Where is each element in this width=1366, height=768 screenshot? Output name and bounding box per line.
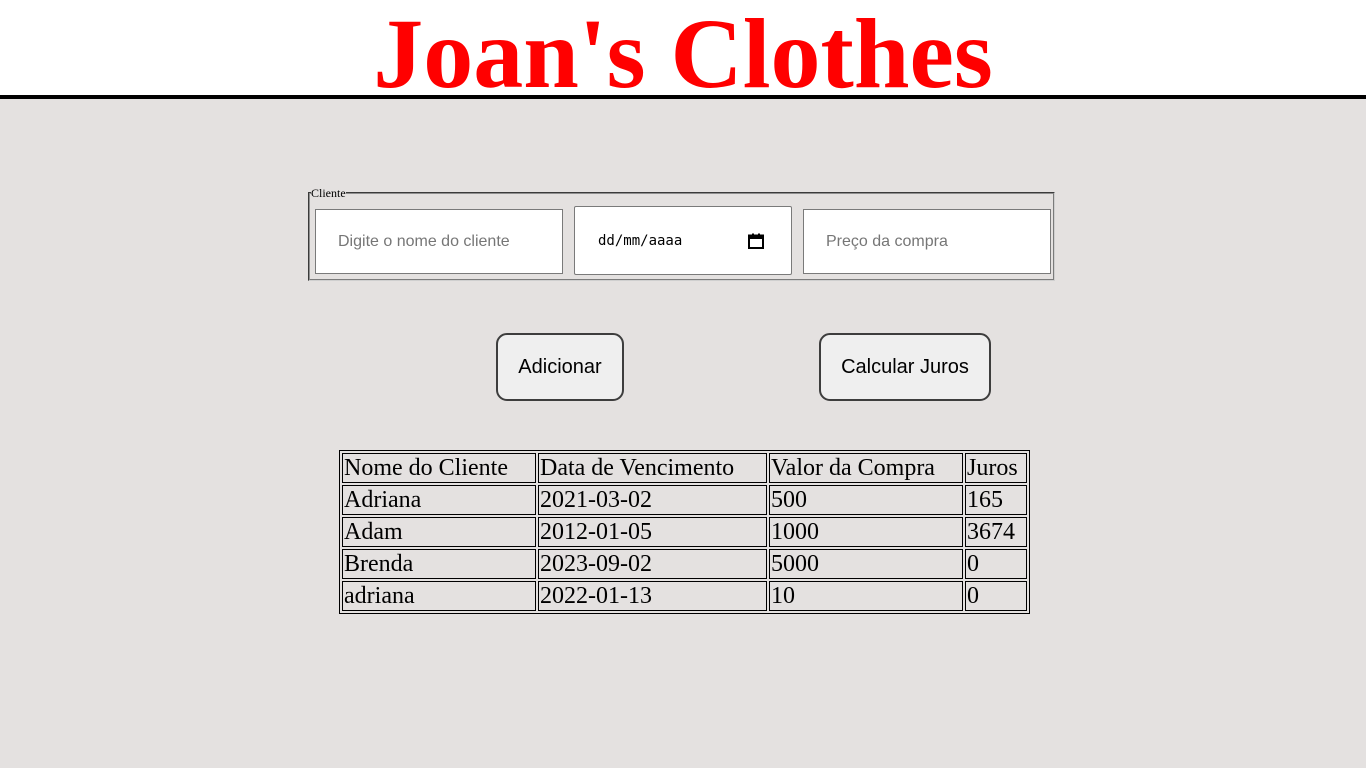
table-row: Brenda 2023-09-02 5000 0 — [342, 549, 1027, 579]
due-date-input[interactable]: dd/mm/aaaa — [574, 206, 792, 275]
page-title: Joan's Clothes — [373, 0, 993, 109]
column-header-purchase-value: Valor da Compra — [769, 453, 963, 483]
table-row: Adam 2012-01-05 1000 3674 — [342, 517, 1027, 547]
cell-interest: 3674 — [965, 517, 1027, 547]
calendar-icon[interactable] — [747, 232, 765, 250]
header: Joan's Clothes — [0, 0, 1366, 104]
cell-name: Adam — [342, 517, 536, 547]
column-header-interest: Juros — [965, 453, 1027, 483]
cliente-legend: Cliente — [311, 186, 346, 200]
cell-name: adriana — [342, 581, 536, 611]
table-row: Adriana 2021-03-02 500 165 — [342, 485, 1027, 515]
calculate-interest-button[interactable]: Calcular Juros — [819, 333, 991, 401]
column-header-due-date: Data de Vencimento — [538, 453, 767, 483]
cell-due-date: 2021-03-02 — [538, 485, 767, 515]
table-header-row: Nome do Cliente Data de Vencimento Valor… — [342, 453, 1027, 483]
cell-due-date: 2012-01-05 — [538, 517, 767, 547]
purchase-price-input[interactable] — [803, 209, 1051, 274]
clients-table: Nome do Cliente Data de Vencimento Valor… — [339, 450, 1030, 614]
cell-purchase-value: 5000 — [769, 549, 963, 579]
cell-interest: 0 — [965, 549, 1027, 579]
client-name-input[interactable] — [315, 209, 563, 274]
table-row: adriana 2022-01-13 10 0 — [342, 581, 1027, 611]
cell-name: Adriana — [342, 485, 536, 515]
column-header-name: Nome do Cliente — [342, 453, 536, 483]
cell-interest: 165 — [965, 485, 1027, 515]
cell-interest: 0 — [965, 581, 1027, 611]
cell-purchase-value: 500 — [769, 485, 963, 515]
cell-due-date: 2022-01-13 — [538, 581, 767, 611]
cell-due-date: 2023-09-02 — [538, 549, 767, 579]
cell-name: Brenda — [342, 549, 536, 579]
cell-purchase-value: 1000 — [769, 517, 963, 547]
cell-purchase-value: 10 — [769, 581, 963, 611]
date-placeholder: dd/mm/aaaa — [598, 232, 683, 249]
add-button[interactable]: Adicionar — [496, 333, 624, 401]
